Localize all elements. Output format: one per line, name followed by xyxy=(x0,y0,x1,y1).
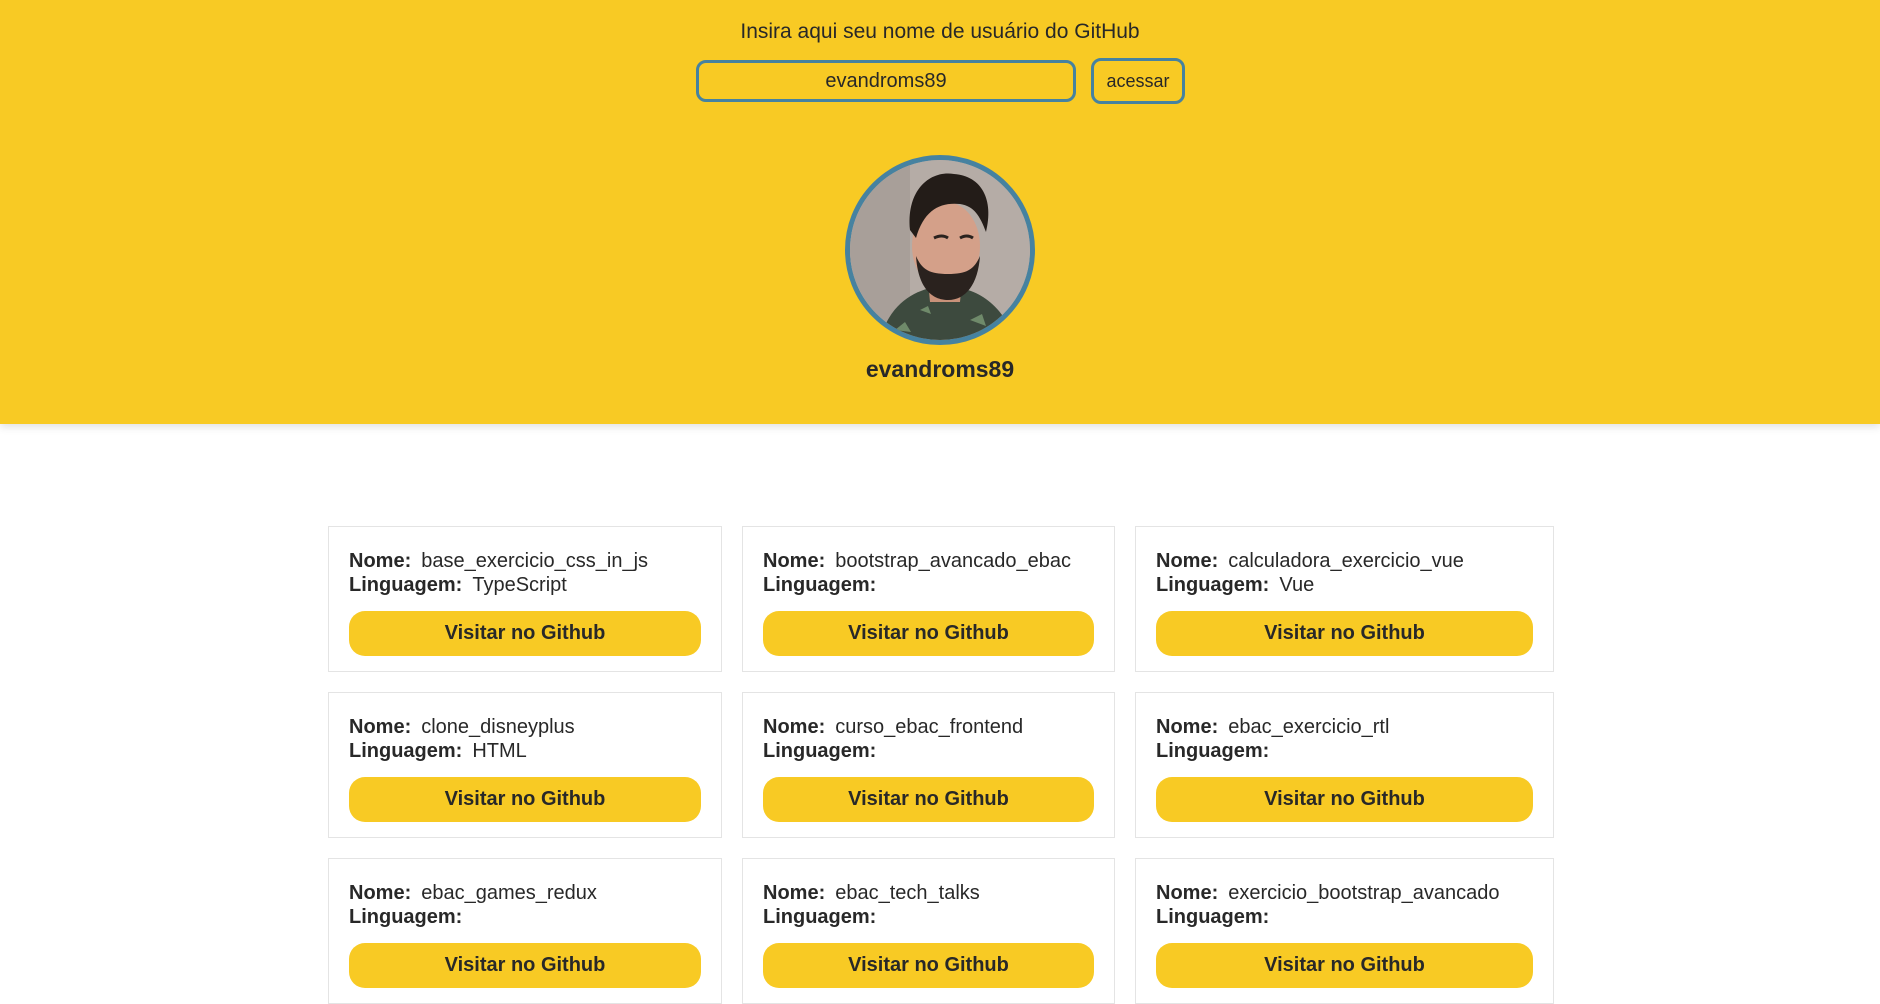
access-button[interactable]: acessar xyxy=(1091,58,1185,104)
repo-language-label: Linguagem: xyxy=(349,740,463,762)
visit-github-button[interactable]: Visitar no Github xyxy=(349,943,701,988)
repo-list: Nome: base_exercicio_css_in_js Linguagem:… xyxy=(328,526,1554,1004)
username-input[interactable] xyxy=(696,60,1076,102)
repo-name-label: Nome: xyxy=(1156,716,1219,738)
repo-language-row: Linguagem: Vue xyxy=(1156,573,1533,597)
repo-name-row: Nome: ebac_games_redux xyxy=(349,881,701,905)
repo-card: Nome: base_exercicio_css_in_js Linguagem:… xyxy=(328,526,722,672)
repo-card: Nome: exercicio_bootstrap_avancado Lingua… xyxy=(1135,858,1554,1004)
repo-name: ebac_games_redux xyxy=(421,882,597,904)
repo-name: exercicio_bootstrap_avancado xyxy=(1228,882,1500,904)
repo-language: HTML xyxy=(472,740,527,762)
repo-language-row: Linguagem: xyxy=(1156,739,1533,763)
repo-language: TypeScript xyxy=(472,574,567,596)
repo-card: Nome: clone_disneyplus Linguagem: HTML Vis… xyxy=(328,692,722,838)
repo-language-row: Linguagem: xyxy=(349,905,701,929)
repo-language-label: Linguagem: xyxy=(349,906,463,928)
repo-card: Nome: bootstrap_avancado_ebac Linguagem: … xyxy=(742,526,1115,672)
repo-card: Nome: calculadora_exercicio_vue Linguagem… xyxy=(1135,526,1554,672)
repo-language-label: Linguagem: xyxy=(763,906,877,928)
repo-name: bootstrap_avancado_ebac xyxy=(835,550,1071,572)
profile-username: evandroms89 xyxy=(865,356,1015,382)
repo-name-label: Nome: xyxy=(1156,550,1219,572)
repo-name-label: Nome: xyxy=(763,550,826,572)
visit-github-button[interactable]: Visitar no Github xyxy=(763,611,1094,656)
repo-card: Nome: ebac_exercicio_rtl Linguagem: Visit… xyxy=(1135,692,1554,838)
repo-name: ebac_exercicio_rtl xyxy=(1228,716,1390,738)
repo-name: calculadora_exercicio_vue xyxy=(1228,550,1464,572)
repo-language-row: Linguagem: xyxy=(763,573,1094,597)
repo-name: ebac_tech_talks xyxy=(835,882,980,904)
repo-name-label: Nome: xyxy=(763,716,826,738)
visit-github-button[interactable]: Visitar no Github xyxy=(349,777,701,822)
visit-github-button[interactable]: Visitar no Github xyxy=(1156,777,1533,822)
repo-name-label: Nome: xyxy=(349,882,412,904)
repo-name-row: Nome: exercicio_bootstrap_avancado xyxy=(1156,881,1533,905)
search-prompt: Insira aqui seu nome de usuário do GitHu… xyxy=(740,20,1140,43)
repo-language-label: Linguagem: xyxy=(349,574,463,596)
visit-github-button[interactable]: Visitar no Github xyxy=(1156,943,1533,988)
repo-language-row: Linguagem: TypeScript xyxy=(349,573,701,597)
repo-name-row: Nome: base_exercicio_css_in_js xyxy=(349,549,701,573)
repo-name-label: Nome: xyxy=(1156,882,1219,904)
repo-name-label: Nome: xyxy=(763,882,826,904)
repo-name-row: Nome: ebac_exercicio_rtl xyxy=(1156,715,1533,739)
repo-name-row: Nome: curso_ebac_frontend xyxy=(763,715,1094,739)
repo-card: Nome: ebac_tech_talks Linguagem: Visitar … xyxy=(742,858,1115,1004)
repo-language-label: Linguagem: xyxy=(1156,906,1270,928)
repo-name: clone_disneyplus xyxy=(421,716,575,738)
repo-name-row: Nome: bootstrap_avancado_ebac xyxy=(763,549,1094,573)
visit-github-button[interactable]: Visitar no Github xyxy=(763,777,1094,822)
repo-language-label: Linguagem: xyxy=(763,574,877,596)
repo-language-row: Linguagem: xyxy=(1156,905,1533,929)
repo-name-row: Nome: ebac_tech_talks xyxy=(763,881,1094,905)
repo-card: Nome: curso_ebac_frontend Linguagem: Visi… xyxy=(742,692,1115,838)
repo-name-label: Nome: xyxy=(349,550,412,572)
repo-name: base_exercicio_css_in_js xyxy=(421,550,649,572)
avatar-photo xyxy=(850,160,1030,340)
repo-language-label: Linguagem: xyxy=(1156,740,1270,762)
repo-language-label: Linguagem: xyxy=(763,740,877,762)
repo-language-label: Linguagem: xyxy=(1156,574,1270,596)
visit-github-button[interactable]: Visitar no Github xyxy=(763,943,1094,988)
repo-language-row: Linguagem: xyxy=(763,739,1094,763)
repo-name-label: Nome: xyxy=(349,716,412,738)
repo-language: Vue xyxy=(1279,574,1315,596)
avatar xyxy=(845,155,1035,345)
repo-card: Nome: ebac_games_redux Linguagem: Visitar… xyxy=(328,858,722,1004)
visit-github-button[interactable]: Visitar no Github xyxy=(349,611,701,656)
repo-name-row: Nome: calculadora_exercicio_vue xyxy=(1156,549,1533,573)
repo-language-row: Linguagem: xyxy=(763,905,1094,929)
repo-name-row: Nome: clone_disneyplus xyxy=(349,715,701,739)
repo-name: curso_ebac_frontend xyxy=(835,716,1024,738)
visit-github-button[interactable]: Visitar no Github xyxy=(1156,611,1533,656)
profile-header: Insira aqui seu nome de usuário do GitHu… xyxy=(0,0,1880,424)
repo-language-row: Linguagem: HTML xyxy=(349,739,701,763)
